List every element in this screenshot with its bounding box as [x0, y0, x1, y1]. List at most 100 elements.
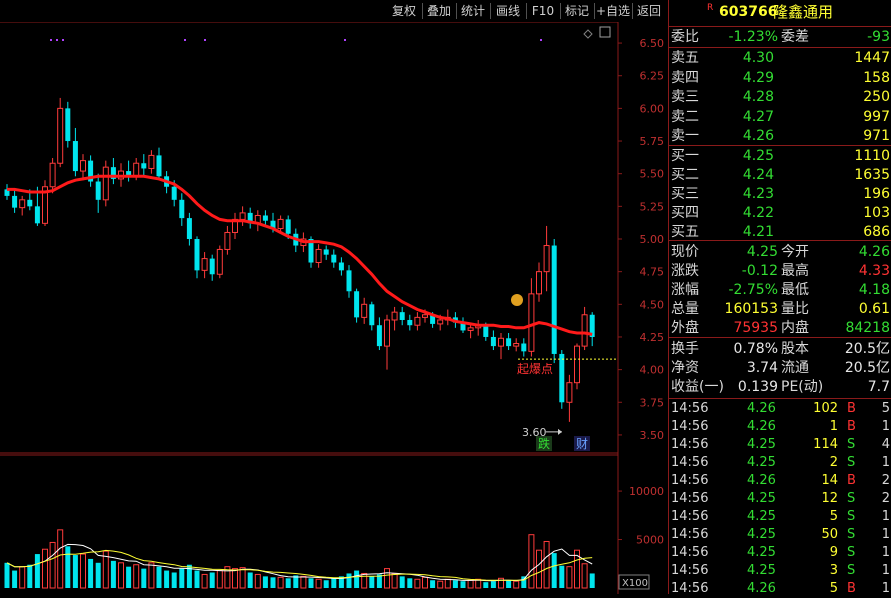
price-tick-label: 4.00 — [640, 364, 665, 377]
tick-time: 14:56 — [671, 491, 709, 506]
volume-bar — [95, 562, 101, 588]
volume-bar — [323, 580, 329, 588]
candle-body — [102, 166, 109, 201]
price-tick-label: 4.25 — [640, 331, 665, 344]
tick-count: 1 — [881, 527, 890, 542]
candle-body — [574, 345, 580, 384]
candle-body — [483, 325, 489, 337]
candle-body — [323, 249, 329, 255]
tick-row[interactable]: 14:56 4.26 5 B 1 — [669, 580, 891, 598]
stat-label: 今开 — [781, 244, 809, 260]
volume-bar — [72, 555, 78, 588]
volume-bar — [254, 573, 261, 589]
volume-bar — [528, 534, 535, 589]
candle-body — [19, 199, 26, 209]
volume-bar — [133, 564, 140, 589]
fundamental-row: 收益(一) 0.139 PE(动) 7.7 — [669, 378, 891, 396]
candle-body — [414, 316, 421, 326]
volume-bar — [239, 567, 246, 589]
order-level-label: 卖三 — [671, 89, 699, 105]
candle-body — [376, 325, 382, 347]
volume-bar — [141, 568, 147, 588]
sell-order-row: 卖五 4.30 1447 — [669, 49, 891, 67]
add-watchlist-button[interactable]: +自选 — [594, 2, 632, 20]
volume-bar — [179, 568, 185, 588]
statistics-button[interactable]: 统计 — [456, 2, 490, 20]
volume-bar — [171, 572, 177, 588]
price-tick-label: 6.00 — [640, 102, 665, 115]
volume-bar — [164, 570, 170, 588]
price-tick-label: 4.75 — [640, 266, 665, 279]
tick-row[interactable]: 14:56 4.25 12 S 2 — [669, 490, 891, 508]
candle-body — [216, 248, 223, 275]
volume-bar — [247, 572, 253, 588]
tick-row[interactable]: 14:56 4.26 1 B 1 — [669, 418, 891, 436]
candle-body — [27, 199, 33, 207]
tick-row[interactable]: 14:56 4.26 14 B 2 — [669, 472, 891, 490]
tick-row[interactable]: 14:56 4.26 102 B 5 — [669, 400, 891, 418]
candle-body — [156, 155, 162, 177]
tick-row[interactable]: 14:56 4.25 50 S 1 — [669, 526, 891, 544]
volume-bar — [27, 564, 33, 588]
price-tick-label: 3.75 — [640, 396, 665, 409]
stat-row: 涨幅 -2.75% 最低 4.18 — [669, 281, 891, 299]
tick-side: B — [847, 581, 856, 596]
stat-row: 总量 160153 量比 0.61 — [669, 300, 891, 318]
tick-volume: 9 — [829, 545, 838, 560]
divider — [669, 26, 891, 27]
candle-body — [498, 337, 504, 347]
order-level-label: 买四 — [671, 205, 699, 221]
order-level-label: 卖五 — [671, 50, 699, 66]
order-price: 4.28 — [742, 89, 774, 105]
order-price: 4.23 — [742, 186, 774, 202]
kline-chart[interactable]: 6.50 6.25 6.00 5.75 5.50 5.25 5.00 4.75 4.50 4.25… — [0, 0, 668, 594]
candle-body — [369, 304, 375, 326]
volume-bar — [460, 581, 466, 588]
volume-bar — [422, 576, 428, 589]
volume-bar — [34, 554, 40, 588]
tick-row[interactable]: 14:56 4.25 2 S 1 — [669, 454, 891, 472]
draw-line-button[interactable]: 画线 — [490, 2, 526, 20]
f10-button[interactable]: F10 — [526, 2, 560, 20]
tick-side: S — [847, 527, 856, 542]
stat-value: 4.33 — [858, 263, 890, 279]
order-volume: 250 — [863, 89, 890, 105]
order-volume: 997 — [863, 108, 890, 125]
mark-button[interactable]: 标记 — [560, 2, 594, 20]
tick-side: S — [847, 563, 856, 578]
fundamental-row: 净资 3.74 流通 20.5亿 — [669, 359, 891, 377]
stat-value: 4.18 — [858, 282, 890, 298]
volume-bar — [399, 576, 405, 588]
candle-body — [391, 311, 398, 321]
tick-time: 14:56 — [671, 419, 709, 434]
stat-value: 4.26 — [858, 244, 890, 260]
tick-count: 1 — [881, 581, 890, 596]
tick-row[interactable]: 14:56 4.25 9 S 1 — [669, 544, 891, 562]
volume-bar — [232, 568, 238, 589]
tick-row[interactable]: 14:56 4.25 3 S 1 — [669, 562, 891, 580]
divider — [669, 145, 891, 146]
candle-body — [506, 338, 512, 347]
volume-bar — [201, 573, 208, 589]
back-button[interactable]: 返回 — [632, 2, 666, 20]
overlay-button[interactable]: 叠加 — [422, 2, 456, 20]
chart-toolbar: 复权 叠加 统计 画线 F10 标记 +自选 返回 — [0, 0, 668, 22]
tick-side: S — [847, 437, 856, 452]
candle-body — [277, 218, 284, 230]
candle-body — [467, 327, 474, 331]
tick-price: 4.25 — [747, 455, 776, 470]
tick-count: 1 — [881, 419, 890, 434]
volume-bar — [308, 578, 314, 588]
restore-rights-button[interactable]: 复权 — [386, 2, 422, 20]
stat-row: 外盘 75935 内盘 84218 — [669, 319, 891, 337]
tick-row[interactable]: 14:56 4.25 114 S 4 — [669, 436, 891, 454]
tick-time: 14:56 — [671, 437, 709, 452]
buy-order-row: 买三 4.23 196 — [669, 185, 891, 203]
tick-row[interactable]: 14:56 4.25 5 S 1 — [669, 508, 891, 526]
event-marker — [184, 39, 186, 41]
order-level-label: 买二 — [671, 167, 699, 183]
order-volume: 1110 — [854, 148, 890, 164]
fund-label: 收益(一) — [671, 379, 724, 395]
tick-count: 1 — [881, 545, 890, 560]
stat-label: 现价 — [671, 244, 699, 260]
